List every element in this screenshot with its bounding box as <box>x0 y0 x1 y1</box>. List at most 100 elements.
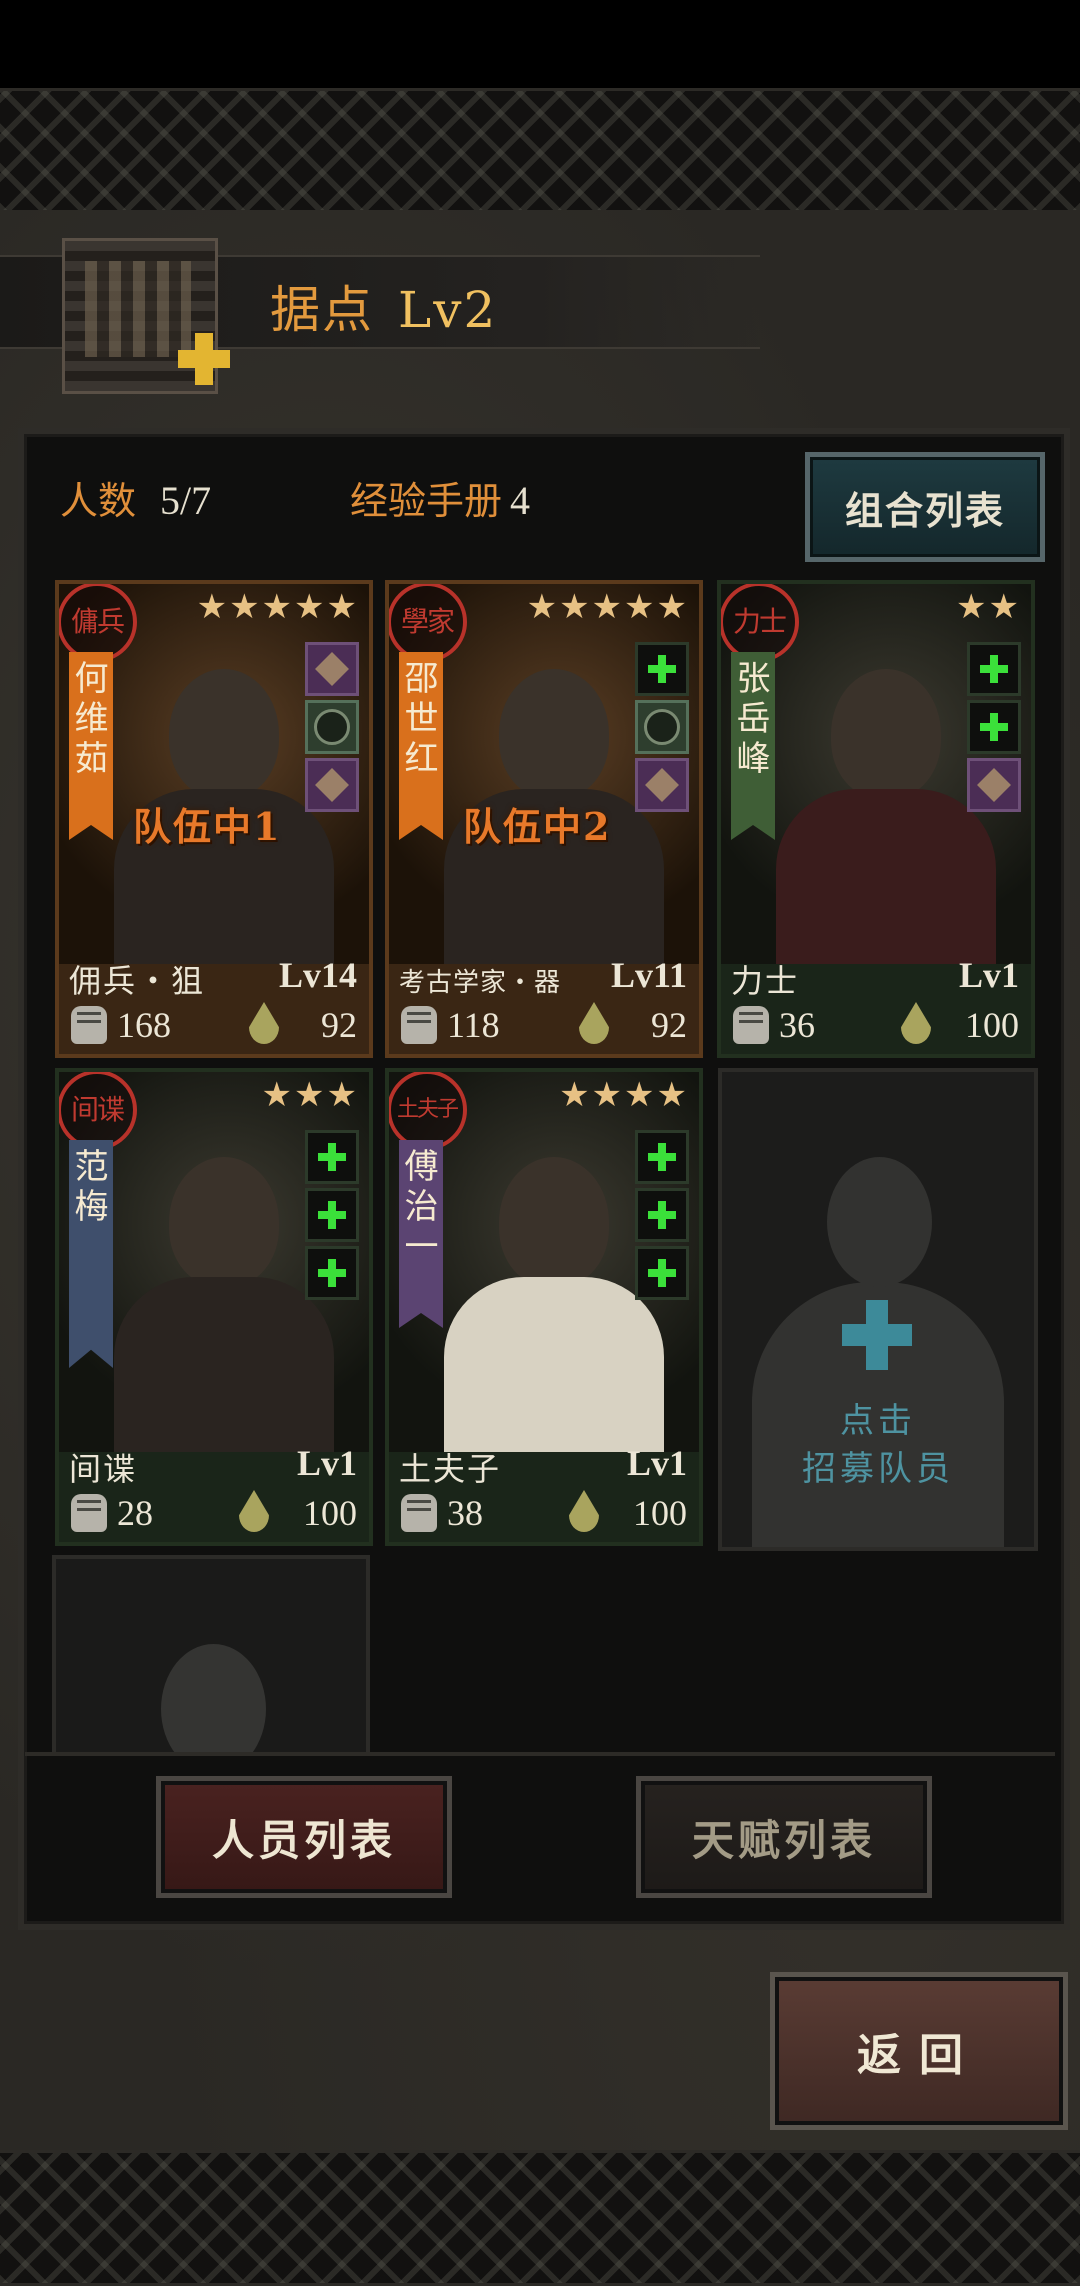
add-equipment-icon <box>980 655 1008 683</box>
empty-equip-slot[interactable] <box>305 1188 359 1242</box>
fist-icon <box>71 1006 107 1044</box>
member-name: 傅治一 <box>399 1140 443 1328</box>
role-seal: 土夫子 <box>389 1072 467 1150</box>
role-seal: 傭兵 <box>59 584 137 662</box>
empty-member-slot[interactable] <box>52 1555 370 1754</box>
empty-equip-slot[interactable] <box>305 1130 359 1184</box>
member-card[interactable]: ★★ 力士 张岳峰 力士 Lv1 36 100 <box>717 580 1035 1058</box>
star-rating: ★★★★★ <box>196 587 359 627</box>
equipment-slot[interactable] <box>635 758 689 812</box>
star-rating: ★★★★ <box>559 1075 689 1115</box>
member-name: 范梅 <box>69 1140 113 1368</box>
member-level: Lv11 <box>610 955 687 995</box>
member-card[interactable]: ★★★★★ 傭兵 何维茹 队伍中1 佣兵・狙 Lv14 168 92 <box>55 580 373 1058</box>
top-decoration <box>0 88 1080 214</box>
equipment-slot[interactable] <box>305 642 359 696</box>
divider <box>25 1752 1055 1756</box>
headcount-label: 人数 <box>60 479 137 523</box>
empty-equip-slot[interactable] <box>635 1130 689 1184</box>
member-level: Lv1 <box>296 1443 357 1483</box>
recruit-slot[interactable]: 点击 招募队员 <box>718 1068 1038 1551</box>
member-hp: 92 <box>321 1005 357 1045</box>
role-seal: 學家 <box>389 584 467 662</box>
star-rating: ★★★ <box>261 1075 359 1115</box>
combo-list-button[interactable]: 组合列表 <box>805 452 1045 562</box>
recruit-plus-icon <box>842 1300 912 1370</box>
empty-equip-slot[interactable] <box>305 1246 359 1300</box>
member-class: 佣兵・狙 <box>69 962 206 1000</box>
recruit-line1: 点击 <box>840 1401 916 1441</box>
member-name: 何维茹 <box>69 652 113 840</box>
member-class: 间谍 <box>69 1450 138 1488</box>
member-class: 土夫子 <box>399 1450 502 1488</box>
tab-personnel-list[interactable]: 人员列表 <box>156 1776 452 1898</box>
bottom-decoration <box>0 2150 1080 2286</box>
member-card[interactable]: ★★★ 间谍 范梅 间谍 Lv1 28 100 <box>55 1068 373 1546</box>
status-bar <box>0 0 1080 88</box>
silhouette-head <box>827 1157 932 1287</box>
add-equipment-icon <box>648 1201 676 1229</box>
fist-icon <box>71 1494 107 1532</box>
drop-icon <box>239 1490 269 1532</box>
star-rating: ★★★★★ <box>526 587 689 627</box>
exp-book-label: 经验手册 <box>350 479 503 523</box>
member-hp: 100 <box>303 1493 357 1533</box>
role-seal: 间谍 <box>59 1072 137 1150</box>
empty-equip-slot[interactable] <box>967 700 1021 754</box>
tab-talent-list[interactable]: 天赋列表 <box>636 1776 932 1898</box>
member-power: 168 <box>117 1005 171 1045</box>
headcount-stat: 人数 5/7 <box>60 470 211 525</box>
team-tag: 队伍中1 <box>133 804 282 849</box>
add-equipment-icon <box>980 713 1008 741</box>
member-card[interactable]: ★★★★★ 學家 邵世红 队伍中2 考古学家・器 Lv11 118 92 <box>385 580 703 1058</box>
member-power: 36 <box>779 1005 815 1045</box>
member-hp: 100 <box>965 1005 1019 1045</box>
add-equipment-icon <box>648 1143 676 1171</box>
equipment-slot[interactable] <box>305 758 359 812</box>
member-power: 38 <box>447 1493 483 1533</box>
upgrade-plus-icon[interactable] <box>178 333 230 385</box>
add-equipment-icon <box>318 1201 346 1229</box>
exp-book-stat: 经验手册 4 <box>350 470 530 525</box>
empty-equip-slot[interactable] <box>635 1246 689 1300</box>
member-level: Lv1 <box>626 1443 687 1483</box>
member-power: 28 <box>117 1493 153 1533</box>
recruit-text: 点击 招募队员 <box>722 1397 1034 1493</box>
add-equipment-icon <box>648 1259 676 1287</box>
silhouette-head <box>161 1644 266 1754</box>
fist-icon <box>401 1494 437 1532</box>
fist-icon <box>733 1006 769 1044</box>
add-equipment-icon <box>648 655 676 683</box>
member-hp: 100 <box>633 1493 687 1533</box>
role-seal: 力士 <box>721 584 799 662</box>
equipment-slot[interactable] <box>635 700 689 754</box>
exp-book-value: 4 <box>510 478 531 523</box>
equipment-slot[interactable] <box>967 758 1021 812</box>
base-level: Lv2 <box>398 281 498 339</box>
empty-equip-slot[interactable] <box>967 642 1021 696</box>
empty-equip-slot[interactable] <box>635 642 689 696</box>
member-level: Lv14 <box>278 955 357 995</box>
member-class: 力士 <box>731 962 800 1000</box>
member-hp: 92 <box>651 1005 687 1045</box>
drop-icon <box>901 1002 931 1044</box>
drop-icon <box>249 1002 279 1044</box>
drop-icon <box>579 1002 609 1044</box>
headcount-value: 5/7 <box>160 478 212 523</box>
fist-icon <box>401 1006 437 1044</box>
add-equipment-icon <box>318 1259 346 1287</box>
drop-icon <box>569 1490 599 1532</box>
star-rating: ★★ <box>956 587 1021 627</box>
member-name: 邵世红 <box>399 652 443 840</box>
base-title: 据点 <box>270 281 374 339</box>
member-class: 考古学家・器 <box>399 968 562 998</box>
member-card[interactable]: ★★★★ 土夫子 傅治一 土夫子 Lv1 38 100 <box>385 1068 703 1546</box>
team-tag: 队伍中2 <box>463 804 612 849</box>
page-title: 据点 Lv2 <box>270 270 497 342</box>
equipment-slot[interactable] <box>305 700 359 754</box>
member-level: Lv1 <box>958 955 1019 995</box>
recruit-line2: 招募队员 <box>802 1449 954 1489</box>
back-button[interactable]: 返回 <box>770 1972 1068 2130</box>
add-equipment-icon <box>318 1143 346 1171</box>
empty-equip-slot[interactable] <box>635 1188 689 1242</box>
